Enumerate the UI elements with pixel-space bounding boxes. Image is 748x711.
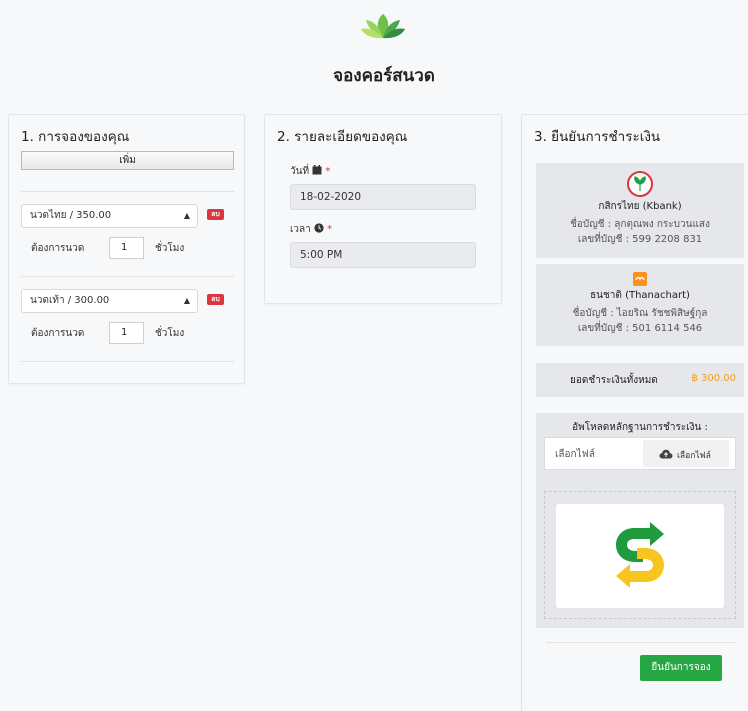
qty-unit: ชั่วโมง: [155, 243, 185, 254]
kbank-logo-icon: [627, 171, 653, 197]
thanachart-logo-icon: [633, 272, 647, 286]
total-value: ฿ 300.00: [691, 373, 736, 384]
details-heading: 2. รายละเอียดของคุณ: [277, 129, 408, 145]
account-name: ชื่อบัญชี : ไอยริณ รัชชพิสิษฐ์กุล: [572, 308, 708, 319]
payment-panel: 3. ยืนยันการชำระเงิน กสิกรไทย (Kbank) ชื…: [521, 114, 748, 711]
qty-input[interactable]: 1: [109, 322, 144, 344]
qty-label: ต้องการนวด: [31, 328, 85, 339]
upload-preview: [556, 504, 724, 608]
qty-label: ต้องการนวด: [31, 243, 85, 254]
clock-icon: [314, 223, 324, 233]
required-mark: *: [327, 224, 333, 235]
date-label: วันที่ *: [290, 164, 330, 179]
divider: [21, 361, 234, 362]
total-box: ยอดชำระเงินทั้งหมด ฿ 300.00: [536, 363, 744, 397]
lotus-logo-icon: [361, 14, 405, 39]
service-select-value: นวดเท้า / 300.00: [30, 295, 110, 306]
cloud-upload-icon: [659, 449, 673, 459]
calendar-icon: [312, 165, 322, 175]
account-number: เลขที่บัญชี : 599 2208 831: [577, 234, 703, 245]
total-label: ยอดชำระเงินทั้งหมด: [570, 375, 658, 386]
time-label: เวลา *: [290, 222, 332, 237]
confirm-booking-button[interactable]: ยืนยันการจอง: [640, 655, 722, 681]
upload-box: อัพโหลดหลักฐานการชำระเงิน : เลือกไฟล์ เล…: [536, 413, 744, 628]
account-name: ชื่อบัญชี : ลุกตุณพง กระบวนแสง: [570, 219, 710, 230]
bank-card-thanachart: ธนชาติ (Thanachart) ชื่อบัญชี : ไอยริณ ร…: [536, 264, 744, 346]
service-select[interactable]: นวดไทย / 350.00 ▲︎: [21, 204, 198, 228]
delete-item-button[interactable]: ลบ: [207, 294, 224, 305]
choose-file-label: เลือกไฟล์: [677, 451, 711, 461]
required-mark: *: [325, 166, 331, 177]
date-input[interactable]: 18-02-2020: [290, 184, 476, 210]
file-placeholder: เลือกไฟล์: [555, 449, 595, 460]
upload-label: อัพโหลดหลักฐานการชำระเงิน :: [572, 422, 708, 433]
booking-heading: 1. การจองของคุณ: [21, 129, 130, 145]
divider: [546, 642, 736, 643]
preview-image-icon: [616, 522, 664, 588]
delete-item-button[interactable]: ลบ: [207, 209, 224, 220]
service-select-value: นวดไทย / 350.00: [30, 210, 112, 221]
select-caret-icon: ▲︎: [183, 296, 190, 305]
file-input[interactable]: เลือกไฟล์ เลือกไฟล์: [544, 437, 736, 470]
file-dropzone[interactable]: [544, 491, 736, 619]
bank-card-kbank: กสิกรไทย (Kbank) ชื่อบัญชี : ลุกตุณพง กร…: [536, 163, 744, 258]
time-input[interactable]: 5:00 PM: [290, 242, 476, 268]
bank-name: กสิกรไทย (Kbank): [598, 201, 682, 212]
select-caret-icon: ▲︎: [183, 211, 190, 220]
details-panel: 2. รายละเอียดของคุณ วันที่ * 18-02-2020 …: [264, 114, 502, 304]
payment-heading: 3. ยืนยันการชำระเงิน: [534, 129, 661, 145]
divider: [21, 276, 234, 277]
choose-file-button[interactable]: เลือกไฟล์: [643, 440, 729, 467]
qty-input[interactable]: 1: [109, 237, 144, 259]
account-number: เลขที่บัญชี : 501 6114 546: [577, 323, 703, 334]
bank-name: ธนชาติ (Thanachart): [590, 290, 690, 301]
divider: [21, 191, 234, 192]
booking-panel: 1. การจองของคุณ เพิ่ม นวดไทย / 350.00 ▲︎…: [8, 114, 245, 384]
date-label-text: วันที่: [290, 166, 310, 177]
add-item-button[interactable]: เพิ่ม: [21, 151, 234, 170]
page-title: จองคอร์สนวด: [333, 66, 435, 86]
qty-unit: ชั่วโมง: [155, 328, 185, 339]
service-select[interactable]: นวดเท้า / 300.00 ▲︎: [21, 289, 198, 313]
time-label-text: เวลา: [290, 224, 311, 235]
